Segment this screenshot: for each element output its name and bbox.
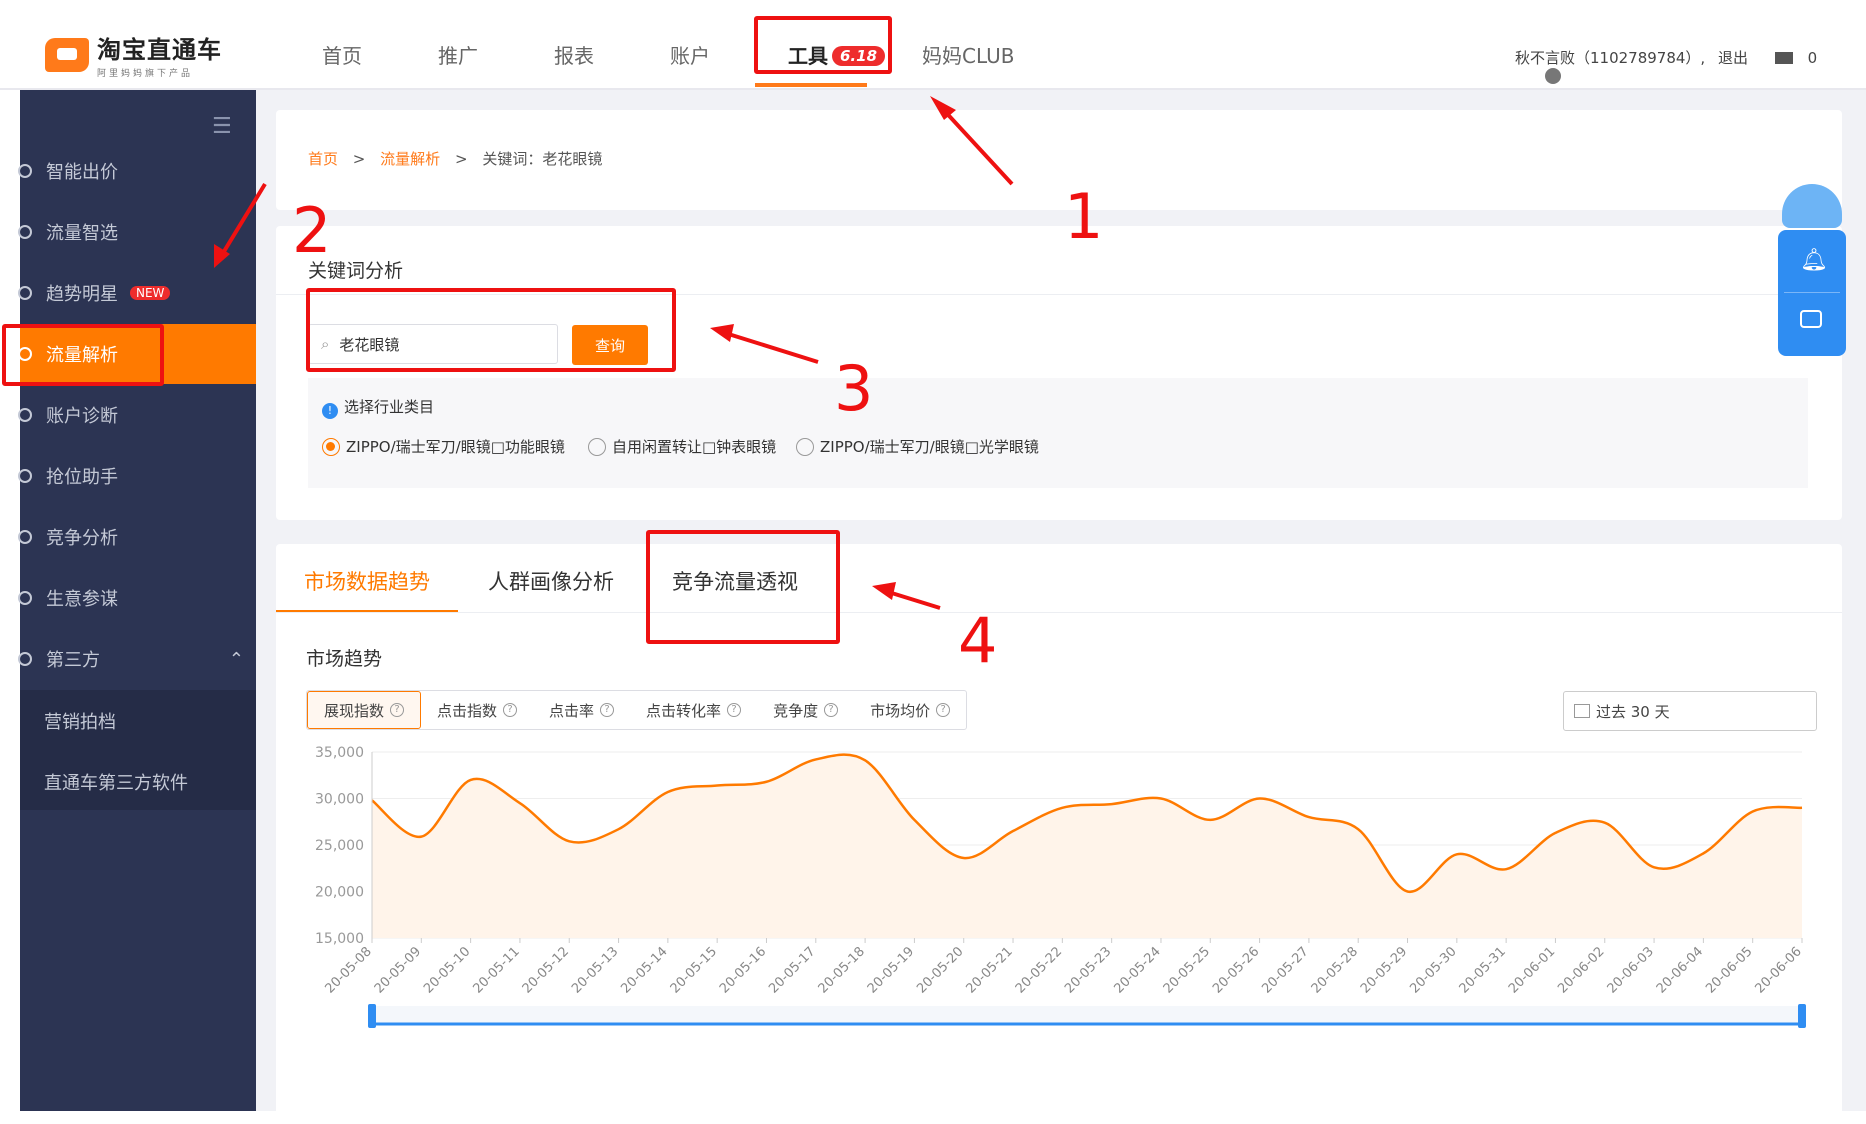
annotation-number-1: 1 [1064, 180, 1104, 253]
annotation-number-2: 2 [292, 194, 332, 267]
annotation-number-4: 4 [958, 604, 998, 677]
annotation-arrows [214, 96, 1014, 610]
annotation-number-3: 3 [834, 352, 874, 425]
